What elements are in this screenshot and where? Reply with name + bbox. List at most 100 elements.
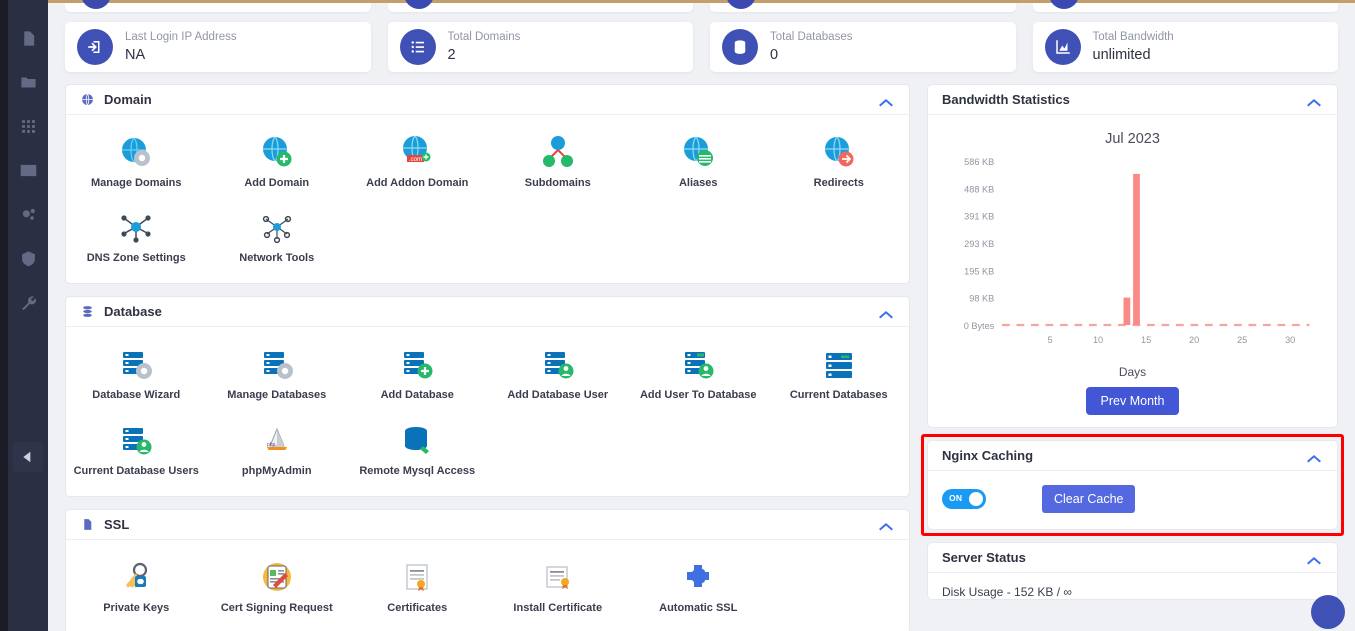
tile-label: Add Database User — [507, 389, 608, 402]
bandwidth-bar-chart: 0 Bytes98 KB195 KB293 KB391 KB488 KB586 … — [944, 153, 1321, 363]
tile-aliases[interactable]: Aliases — [628, 125, 769, 200]
stat-card-total-bandwidth[interactable]: Total Bandwidth unlimited — [1033, 22, 1339, 72]
chevron-up-icon[interactable] — [1305, 451, 1323, 461]
tile-add-database[interactable]: Add Database — [347, 337, 488, 412]
right-column: Bandwidth Statistics Jul 2023 0 Bytes98 … — [927, 84, 1338, 631]
peek-card — [388, 3, 694, 12]
certificate-icon — [398, 558, 436, 596]
peek-icon — [1049, 0, 1079, 9]
chevron-up-icon[interactable] — [877, 307, 895, 317]
nginx-caching-toggle[interactable]: ON — [942, 489, 986, 509]
wrench-icon[interactable] — [12, 286, 44, 318]
svg-text:15: 15 — [1141, 335, 1151, 345]
list-icon — [400, 29, 436, 65]
svg-text:195 KB: 195 KB — [964, 266, 994, 276]
tile-dns-zone-settings[interactable]: DNS Zone Settings — [66, 200, 207, 275]
tile-subdomains[interactable]: Subdomains — [488, 125, 629, 200]
help-bubble-button[interactable] — [1311, 595, 1345, 629]
grid-icon[interactable] — [12, 110, 44, 142]
db-user-icon — [539, 345, 577, 383]
panel-nginx-header[interactable]: Nginx Caching — [928, 441, 1337, 471]
tile-private-keys[interactable]: Private Keys — [66, 550, 207, 625]
panel-database-header[interactable]: Database — [66, 297, 909, 327]
tile-redirects[interactable]: Redirects — [769, 125, 910, 200]
server-status-body: Disk Usage - 152 KB / ∞ — [928, 573, 1337, 599]
svg-text:10: 10 — [1093, 335, 1103, 345]
envelope-icon[interactable] — [12, 154, 44, 186]
tile-label: Automatic SSL — [659, 602, 737, 615]
tile-certificates[interactable]: Certificates — [347, 550, 488, 625]
clear-cache-button[interactable]: Clear Cache — [1042, 485, 1135, 513]
db-adduser-icon — [679, 345, 717, 383]
panel-bandwidth-header[interactable]: Bandwidth Statistics — [928, 85, 1337, 115]
tile-add-user-to-database[interactable]: Add User To Database — [628, 337, 769, 412]
stat-card-total-databases[interactable]: Total Databases 0 — [710, 22, 1016, 72]
gears-icon[interactable] — [12, 198, 44, 230]
tile-current-database-users[interactable]: Current Database Users — [66, 413, 207, 488]
db-gear-icon — [117, 345, 155, 383]
prev-month-button[interactable]: Prev Month — [1086, 387, 1180, 415]
tile-database-wizard[interactable]: Database Wizard — [66, 337, 207, 412]
panel-domain-header[interactable]: Domain — [66, 85, 909, 115]
puzzle-icon — [679, 558, 717, 596]
panel-title: Database — [104, 304, 877, 319]
tile-network-tools[interactable]: Network Tools — [207, 200, 348, 275]
tile-phpmyadmin[interactable]: php phpMyAdmin — [207, 413, 348, 488]
tile-manage-databases[interactable]: Manage Databases — [207, 337, 348, 412]
db-users-icon — [117, 421, 155, 459]
stat-card-last-login-ip[interactable]: Last Login IP Address NA — [65, 22, 371, 72]
tile-label: Current Databases — [790, 389, 888, 402]
install-cert-icon — [539, 558, 577, 596]
panel-title: Domain — [104, 92, 877, 107]
tile-cert-signing-request[interactable]: Cert Signing Request — [207, 550, 348, 625]
chevron-up-icon[interactable] — [1305, 553, 1323, 563]
tile-label: Subdomains — [525, 177, 591, 190]
chevron-up-icon[interactable] — [877, 95, 895, 105]
svg-text:25: 25 — [1237, 335, 1247, 345]
tile-manage-domains[interactable]: Manage Domains — [66, 125, 207, 200]
shield-icon[interactable] — [12, 242, 44, 274]
tile-add-database-user[interactable]: Add Database User — [488, 337, 629, 412]
app-root: Last Login IP Address NA Total Domains 2 — [0, 0, 1355, 631]
globe-gear-icon — [117, 133, 155, 171]
main-content: Last Login IP Address NA Total Domains 2 — [48, 0, 1355, 631]
tile-label: Add Database — [381, 389, 454, 402]
database-icon — [722, 29, 758, 65]
svg-text:20: 20 — [1189, 335, 1199, 345]
file-icon[interactable] — [12, 22, 44, 54]
panel-server-status-header[interactable]: Server Status — [928, 543, 1337, 573]
svg-text:5: 5 — [1047, 335, 1052, 345]
tile-automatic-ssl[interactable]: Automatic SSL — [628, 550, 769, 625]
tile-add-addon-domain[interactable]: .com Add Addon Domain — [347, 125, 488, 200]
stat-label: Total Bandwidth — [1093, 31, 1174, 44]
tile-label: Manage Databases — [227, 389, 326, 402]
tile-label: Add Domain — [244, 177, 309, 190]
tile-label: Certificates — [387, 602, 447, 615]
tile-label: Cert Signing Request — [221, 602, 333, 615]
panel-ssl-header[interactable]: SSL — [66, 510, 909, 540]
tile-install-certificate[interactable]: Install Certificate — [488, 550, 629, 625]
domain-tile-grid: Manage Domains Add Domain .com — [66, 115, 909, 283]
sidebar-collapse-button[interactable] — [13, 442, 43, 472]
tile-remote-mysql-access[interactable]: Remote Mysql Access — [347, 413, 488, 488]
panel-nginx-caching: Nginx Caching ON Clear Cache — [927, 440, 1338, 530]
tile-add-domain[interactable]: Add Domain — [207, 125, 348, 200]
chart-x-axis-label: Days — [938, 365, 1327, 379]
tile-label: Install Certificate — [513, 602, 602, 615]
chevron-up-icon[interactable] — [877, 519, 895, 529]
svg-text:391 KB: 391 KB — [964, 211, 994, 221]
chevron-up-icon[interactable] — [1305, 95, 1323, 105]
window-edge-strip — [0, 0, 8, 631]
tile-label: Network Tools — [239, 252, 314, 265]
panel-server-status: Server Status Disk Usage - 152 KB / ∞ — [927, 542, 1338, 600]
phpmyadmin-icon: php — [258, 421, 296, 459]
globe-arrow-icon — [820, 133, 858, 171]
database-tile-grid: Database Wizard Manage Databases — [66, 327, 909, 495]
toggle-state-label: ON — [949, 493, 962, 503]
clipboard-cert-icon — [258, 558, 296, 596]
panel-title: Nginx Caching — [942, 448, 1305, 463]
folder-icon[interactable] — [12, 66, 44, 98]
svg-text:30: 30 — [1285, 335, 1295, 345]
tile-current-databases[interactable]: Current Databases — [769, 337, 910, 412]
stat-card-total-domains[interactable]: Total Domains 2 — [388, 22, 694, 72]
